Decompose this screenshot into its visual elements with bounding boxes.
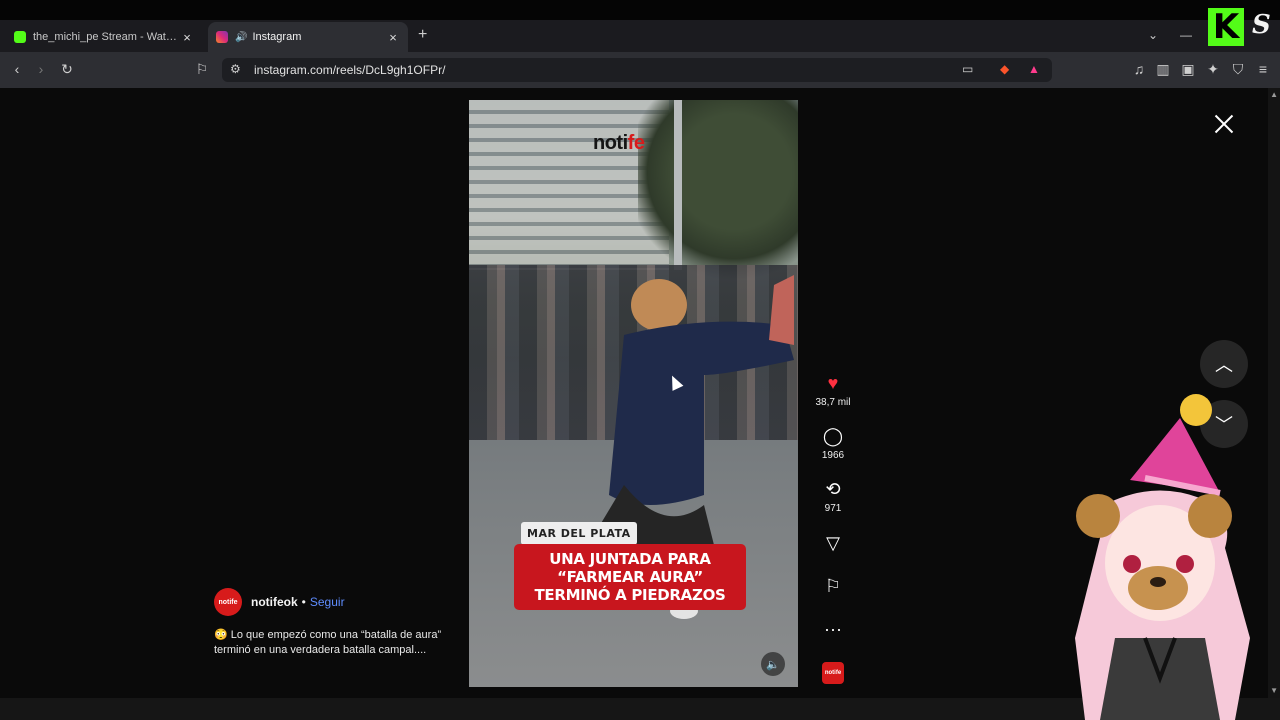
bookmark-icon[interactable]: ⚐	[193, 61, 211, 78]
heart-icon[interactable]: ♥	[810, 372, 856, 394]
like-count: 38,7 mil	[815, 397, 851, 408]
reel-video[interactable]: notife MAR DEL PLATA UNA JUNTADA PARA “F…	[469, 100, 798, 687]
close-viewer-icon[interactable]	[1212, 112, 1236, 136]
more-options-action[interactable]: ···	[810, 618, 856, 640]
tab-title: Instagram	[252, 31, 302, 43]
tab-close-icon[interactable]: ×	[180, 30, 194, 45]
vpn-shield-icon[interactable]: ⛉	[1229, 61, 1247, 78]
comment-action[interactable]: ◯ 1966	[810, 425, 856, 461]
previous-reel-button[interactable]: ︿	[1200, 340, 1248, 388]
instagram-favicon-icon	[216, 31, 228, 43]
reel-author: notife notifeok • Seguir	[214, 588, 345, 616]
kick-logo-icon: K	[1208, 8, 1244, 46]
video-headline: UNA JUNTADA PARA “FARMEAR AURA” TERMINÓ …	[514, 544, 746, 610]
tab-close-icon[interactable]: ×	[386, 30, 400, 45]
location-tag: MAR DEL PLATA	[521, 522, 637, 545]
background-trees	[638, 100, 798, 280]
author-separator: •	[301, 595, 306, 609]
author-username[interactable]: notifeok	[251, 595, 298, 609]
reload-icon[interactable]: ↻	[58, 61, 76, 78]
browser-tab-bar: the_michi_pe Stream - Watch Live on × 🔊 …	[0, 0, 1280, 52]
tab-title: the_michi_pe Stream - Watch Live on	[33, 31, 180, 43]
new-tab-button[interactable]: +	[418, 26, 427, 44]
audio-playing-icon[interactable]: 🔊	[235, 32, 247, 43]
leo-ai-icon[interactable]: ✦	[1204, 61, 1222, 78]
sidebar-icon[interactable]: ▥	[1154, 61, 1172, 78]
kick-favicon-icon	[14, 31, 26, 43]
like-action[interactable]: ♥ 38,7 mil	[810, 372, 856, 408]
site-info-icon[interactable]: ⚙	[230, 62, 241, 76]
comment-count: 1966	[821, 450, 845, 461]
brave-rewards-icon[interactable]: ▲	[1028, 62, 1040, 76]
reel-caption[interactable]: 😳 Lo que empezó como una “batalla de aur…	[214, 628, 446, 658]
minimize-window-icon[interactable]: —	[1180, 28, 1192, 42]
brave-shields-icon[interactable]: ◆	[1000, 62, 1009, 76]
scroll-down-arrow-icon[interactable]: ▼	[1270, 686, 1278, 695]
tab-list-chevron-icon[interactable]: ⌄	[1148, 28, 1158, 42]
lamp-pole	[674, 100, 682, 270]
window-top-edge	[0, 0, 1280, 20]
send-paper-plane-icon[interactable]: ▽	[810, 532, 856, 554]
notife-watermark: notife	[593, 132, 645, 154]
forward-arrow-icon[interactable]: ›	[32, 61, 50, 77]
tab-kick-stream[interactable]: the_michi_pe Stream - Watch Live on ×	[6, 22, 202, 52]
menu-hamburger-icon[interactable]: ≡	[1254, 61, 1272, 77]
repost-count: 971	[824, 503, 842, 514]
author-avatar[interactable]: notife	[214, 588, 242, 616]
repost-icon[interactable]: ⟲	[810, 478, 856, 500]
wallet-icon[interactable]: ▣	[1179, 61, 1197, 78]
scroll-up-arrow-icon[interactable]: ▲	[1270, 90, 1278, 99]
cast-icon[interactable]: ▭	[962, 62, 973, 76]
volume-toggle-icon[interactable]: 🔈	[761, 652, 785, 676]
back-arrow-icon[interactable]: ‹	[8, 61, 26, 77]
audio-profile-thumbnail[interactable]: notife	[822, 662, 844, 684]
streamer-s-logo-icon: S	[1252, 10, 1271, 40]
follow-button[interactable]: Seguir	[310, 595, 345, 609]
tab-instagram[interactable]: 🔊 Instagram ×	[208, 22, 408, 52]
share-action[interactable]: ▽	[810, 532, 856, 554]
save-action[interactable]: ⚐	[810, 575, 856, 597]
comment-bubble-icon[interactable]: ◯	[810, 425, 856, 447]
bookmark-save-icon[interactable]: ⚐	[810, 575, 856, 597]
address-bar[interactable]: ⚙ instagram.com/reels/DcL9gh1OFPr/ ▭ ◆ ▲	[222, 58, 1052, 82]
media-music-icon[interactable]: ♫	[1130, 61, 1148, 77]
more-dots-icon[interactable]: ···	[810, 618, 856, 640]
url-text[interactable]: instagram.com/reels/DcL9gh1OFPr/	[254, 63, 445, 77]
vtuber-avatar	[1075, 394, 1250, 720]
page-scrollbar[interactable]: ▲ ▼	[1268, 88, 1280, 698]
repost-action[interactable]: ⟲ 971	[810, 478, 856, 514]
